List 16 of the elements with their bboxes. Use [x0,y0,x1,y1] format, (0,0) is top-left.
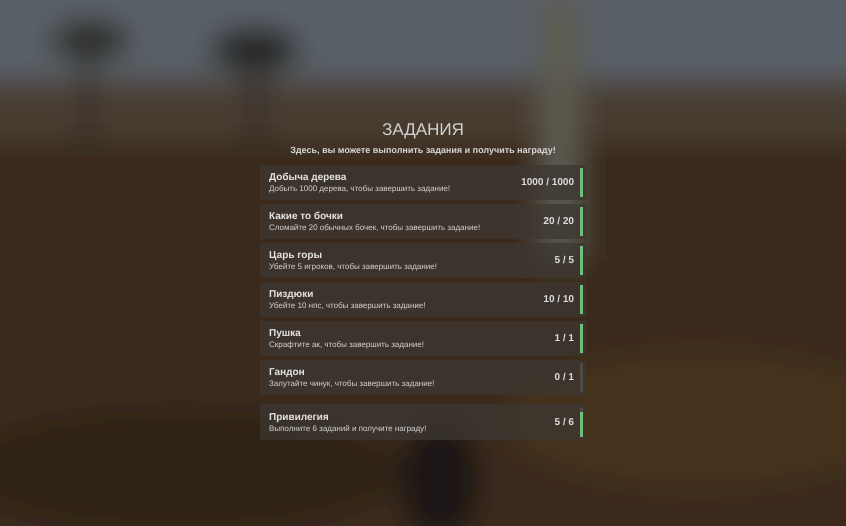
panel-subtitle: Здесь, вы можете выполнить задания и получить награду! [289,145,557,155]
reward-description: Выполните 6 заданий и получите награду! [269,424,428,432]
quest-description: Скрафтите ак, чтобы завершить задание! [269,340,426,349]
quest-description: Убейте 5 игроков, чтобы завершить задание! [269,262,438,271]
quest-name: Какие то бочки [269,211,344,222]
quest-name: Пушка [269,328,302,339]
quest-description: Сломайте 20 обычных бочек, чтобы завершить задание! [269,223,482,232]
quest-description: Залутайте чинук, чтобы завершить задание! [269,379,436,388]
quest-description: Убейте 10 нпс, чтобы завершить задание! [269,301,427,310]
quest-name: Гандон [269,367,306,378]
quest-description: Добыть 1000 дерева, чтобы завершить задание! [269,184,452,193]
quest-name: Добыча дерева [269,172,348,183]
quest-name: Царь горы [269,250,324,261]
quest-name: Пиздюки [269,289,314,300]
panel-title: ЗАДАНИЯ [381,119,465,141]
reward-name: Привилегия [269,412,330,422]
